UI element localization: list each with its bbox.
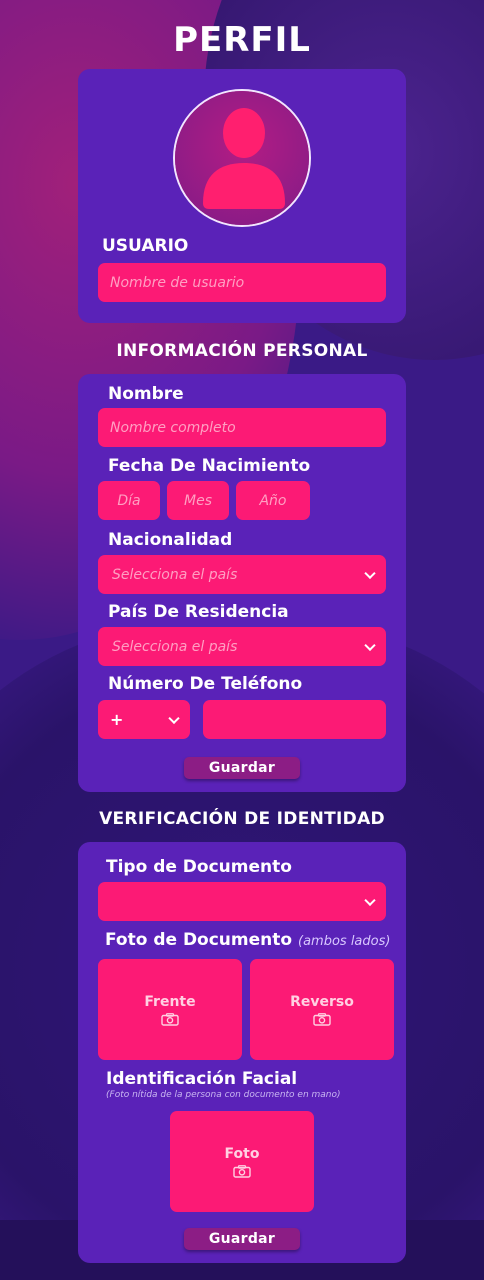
full-name-input[interactable]: Nombre completo <box>98 408 386 447</box>
personal-info-heading: INFORMACIÓN PERSONAL <box>116 341 368 361</box>
nationality-label: Nacionalidad <box>108 530 233 550</box>
year-input[interactable]: Año <box>236 481 310 520</box>
nationality-select[interactable]: Selecciona el país <box>98 555 386 594</box>
nationality-placeholder: Selecciona el país <box>112 566 238 583</box>
usuario-label: USUARIO <box>102 236 189 256</box>
phone-prefix: + <box>110 710 124 729</box>
identity-verification-heading: VERIFICACIÓN DE IDENTIDAD <box>99 809 385 829</box>
camera-icon <box>233 1164 251 1178</box>
back-label: Reverso <box>290 993 354 1010</box>
document-photo-title: Foto de Documento <box>105 930 293 950</box>
save-personal-button[interactable]: Guardar <box>184 757 300 779</box>
page-title: PERFIL <box>173 20 311 60</box>
residence-placeholder: Selecciona el país <box>112 638 238 655</box>
document-back-upload[interactable]: Reverso <box>250 959 394 1060</box>
document-type-select[interactable] <box>98 882 386 921</box>
birthdate-label: Fecha De Nacimiento <box>108 456 311 476</box>
month-placeholder: Mes <box>184 492 212 509</box>
month-input[interactable]: Mes <box>167 481 229 520</box>
identity-card: Tipo de Documento Foto de Documento (amb… <box>78 842 406 1263</box>
save-verification-button[interactable]: Guardar <box>184 1228 300 1250</box>
chevron-down-icon <box>364 639 376 651</box>
facial-photo-upload[interactable]: Foto <box>170 1111 314 1212</box>
day-placeholder: Día <box>117 492 141 509</box>
username-placeholder: Nombre de usuario <box>110 274 245 291</box>
user-avatar-icon <box>175 91 309 225</box>
front-label: Frente <box>144 993 196 1010</box>
personal-info-card: Nombre Nombre completo Fecha De Nacimien… <box>78 374 406 792</box>
document-photo-hint: (ambos lados) <box>298 934 391 949</box>
camera-icon <box>161 1012 179 1026</box>
facial-id-label: Identificación Facial <box>106 1069 298 1089</box>
document-photo-label: Foto de Documento (ambos lados) <box>105 930 390 950</box>
camera-icon <box>313 1012 331 1026</box>
year-placeholder: Año <box>259 492 287 509</box>
full-name-placeholder: Nombre completo <box>110 419 236 436</box>
nombre-label: Nombre <box>108 384 184 404</box>
chevron-down-icon <box>364 567 376 579</box>
facial-id-hint: (Foto nítida de la persona con documento… <box>106 1090 341 1100</box>
document-type-label: Tipo de Documento <box>106 857 292 877</box>
user-card: USUARIO Nombre de usuario <box>78 69 406 323</box>
residence-label: País De Residencia <box>108 602 289 622</box>
chevron-down-icon <box>364 894 376 906</box>
username-input[interactable]: Nombre de usuario <box>98 263 386 302</box>
residence-select[interactable]: Selecciona el país <box>98 627 386 666</box>
phone-prefix-select[interactable]: + <box>98 700 190 739</box>
chevron-down-icon <box>168 712 180 724</box>
facial-photo-label: Foto <box>224 1145 260 1162</box>
day-input[interactable]: Día <box>98 481 160 520</box>
phone-number-input[interactable] <box>203 700 386 739</box>
avatar[interactable] <box>173 89 311 227</box>
phone-label: Número De Teléfono <box>108 674 303 694</box>
profile-page: PERFIL USUARIO Nombre de usuario INFORMA… <box>0 0 484 1280</box>
document-front-upload[interactable]: Frente <box>98 959 242 1060</box>
